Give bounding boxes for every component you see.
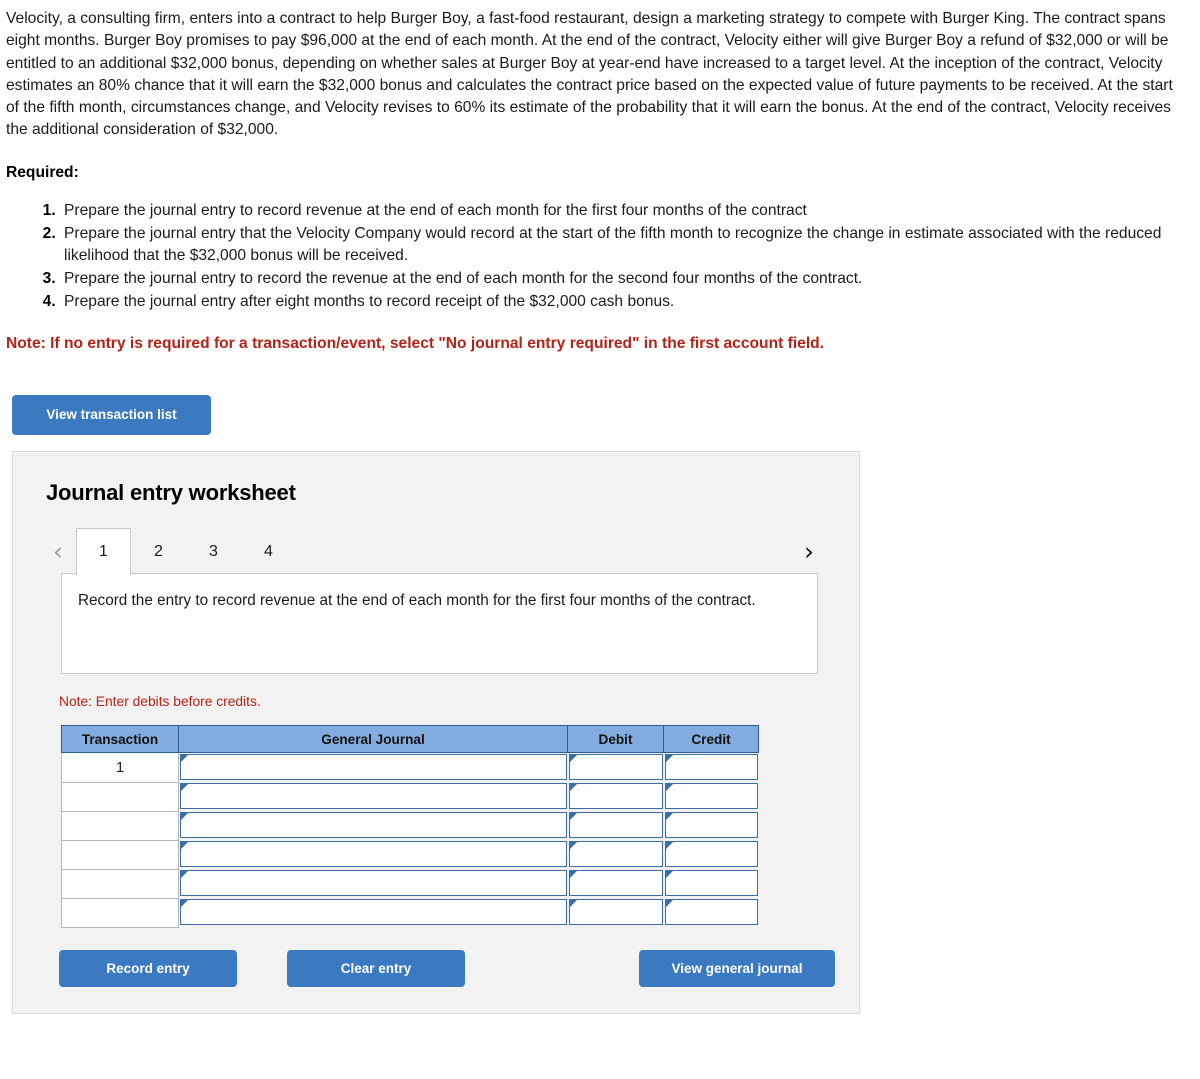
credit-input-2[interactable]	[664, 783, 758, 810]
tab-4[interactable]: 4	[241, 528, 296, 574]
worksheet-title: Journal entry worksheet	[46, 480, 296, 506]
credit-input-1[interactable]	[664, 754, 758, 781]
tab-3[interactable]: 3	[186, 528, 241, 574]
account-select-input-4[interactable]	[180, 841, 567, 868]
problem-paragraph: Velocity, a consulting firm, enters into…	[6, 10, 1173, 139]
debit-input-1[interactable]	[568, 754, 663, 781]
general-journal-cell	[178, 840, 568, 870]
transaction-number-cell	[61, 811, 179, 841]
debit-cell	[567, 869, 664, 899]
debit-cell	[567, 811, 664, 841]
debit-cell	[567, 840, 664, 870]
debit-input-3[interactable]	[568, 812, 663, 839]
credit-input-6[interactable]	[664, 899, 758, 926]
required-list: Prepare the journal entry to record reve…	[0, 200, 1200, 314]
column-header-transaction: Transaction	[61, 725, 179, 754]
credit-input-5[interactable]	[664, 870, 758, 897]
table-header-row: Transaction General Journal Debit Credit	[61, 725, 759, 754]
journal-entry-worksheet-panel: Journal entry worksheet ‹ 1 2 3 4 › Reco…	[12, 451, 860, 1014]
credit-input-3[interactable]	[664, 812, 758, 839]
required-item-4: Prepare the journal entry after eight mo…	[60, 291, 1200, 313]
general-journal-cell	[178, 869, 568, 899]
credit-cell	[663, 898, 759, 928]
tab-1[interactable]: 1	[76, 528, 131, 576]
no-entry-required-note: Note: If no entry is required for a tran…	[6, 335, 825, 353]
column-header-general-journal: General Journal	[178, 725, 568, 754]
record-entry-button[interactable]: Record entry	[59, 949, 237, 987]
debit-cell	[567, 898, 664, 928]
general-journal-cell	[178, 811, 568, 841]
chevron-right-icon[interactable]: ›	[797, 528, 821, 574]
debit-cell	[567, 782, 664, 812]
table-row	[61, 782, 759, 812]
debit-input-4[interactable]	[568, 841, 663, 868]
table-row	[61, 869, 759, 899]
view-general-journal-button[interactable]: View general journal	[639, 949, 835, 987]
credit-cell	[663, 840, 759, 870]
credit-cell	[663, 782, 759, 812]
required-item-1: Prepare the journal entry to record reve…	[60, 200, 1200, 222]
view-transaction-list-button[interactable]: View transaction list	[12, 395, 211, 436]
table-row	[61, 811, 759, 841]
transaction-number-cell	[61, 869, 179, 899]
required-item-3: Prepare the journal entry to record the …	[60, 268, 1200, 290]
general-journal-cell	[178, 898, 568, 928]
account-select-input-5[interactable]	[180, 870, 567, 897]
problem-statement: Velocity, a consulting firm, enters into…	[0, 0, 1190, 142]
account-select-input-1[interactable]	[180, 754, 567, 781]
account-select-input-2[interactable]	[180, 783, 567, 810]
required-item-2: Prepare the journal entry that the Veloc…	[60, 223, 1200, 267]
debit-cell	[567, 752, 664, 783]
general-journal-cell	[178, 782, 568, 812]
table-row	[61, 840, 759, 870]
debit-input-2[interactable]	[568, 783, 663, 810]
tab-2[interactable]: 2	[131, 528, 186, 574]
credit-cell	[663, 811, 759, 841]
worksheet-action-buttons: Record entry Clear entry View general jo…	[59, 949, 835, 987]
worksheet-tabbar: ‹ 1 2 3 4 ›	[13, 528, 859, 576]
transaction-number-cell	[61, 782, 179, 812]
table-row	[61, 898, 759, 928]
column-header-debit: Debit	[567, 725, 664, 754]
account-select-input-6[interactable]	[180, 899, 567, 926]
transaction-number-cell	[61, 840, 179, 870]
transaction-number-cell: 1	[61, 752, 179, 783]
credit-cell	[663, 752, 759, 783]
clear-entry-button[interactable]: Clear entry	[287, 949, 465, 987]
required-heading: Required:	[6, 163, 79, 181]
credit-input-4[interactable]	[664, 841, 758, 868]
general-journal-cell	[178, 752, 568, 783]
enter-debits-before-credits-note: Note: Enter debits before credits.	[59, 694, 261, 710]
journal-entry-table: Transaction General Journal Debit Credit…	[61, 725, 759, 928]
column-header-credit: Credit	[663, 725, 759, 754]
credit-cell	[663, 869, 759, 899]
worksheet-description: Record the entry to record revenue at th…	[61, 573, 818, 675]
debit-input-5[interactable]	[568, 870, 663, 897]
transaction-number-cell	[61, 898, 179, 928]
debit-input-6[interactable]	[568, 899, 663, 926]
account-select-input-3[interactable]	[180, 812, 567, 839]
table-row: 1	[61, 752, 759, 783]
chevron-left-icon[interactable]: ‹	[46, 528, 70, 574]
